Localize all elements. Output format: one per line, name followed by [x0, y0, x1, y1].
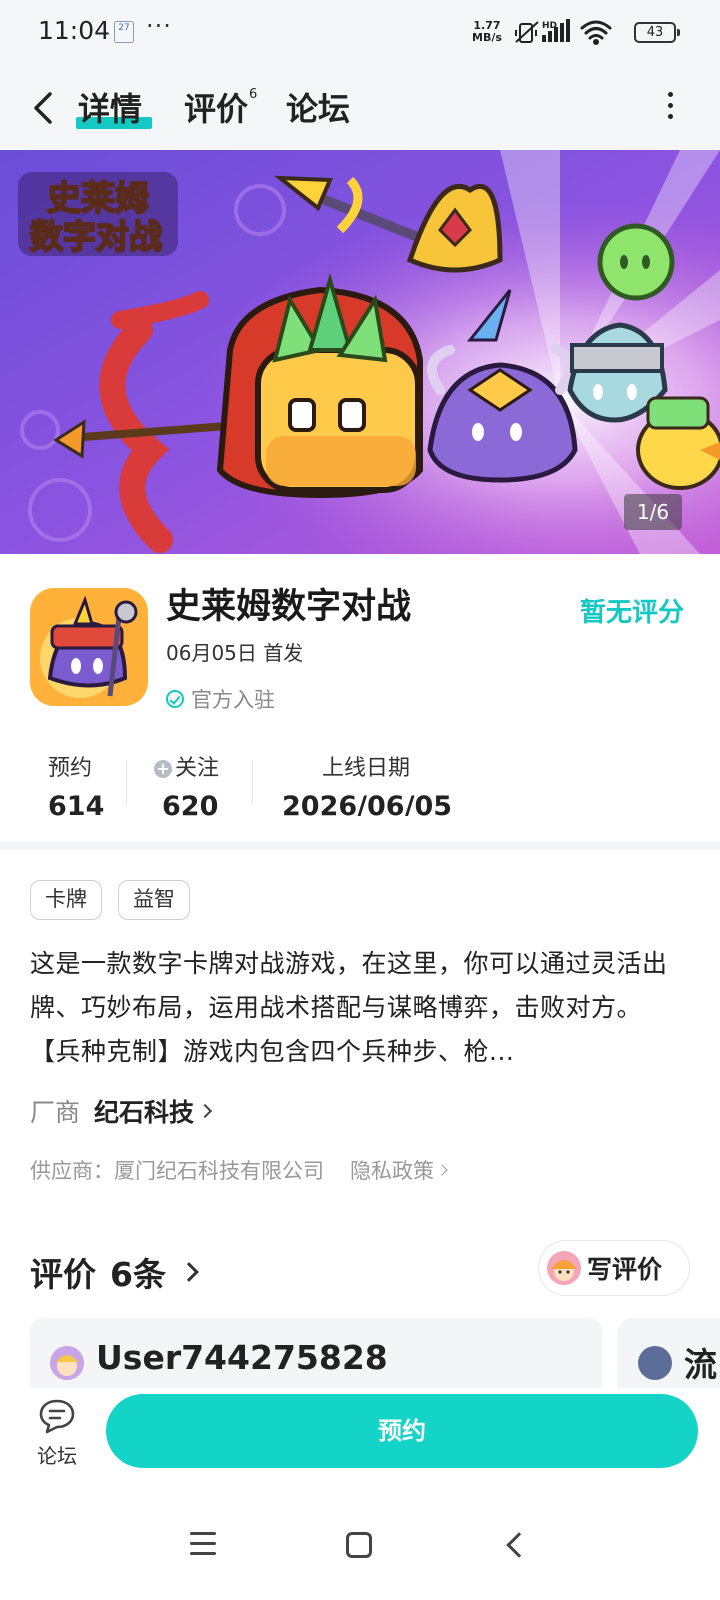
system-navigation-bar [0, 1500, 720, 1600]
banner-page-indicator: 1/6 [624, 494, 682, 530]
banner-artwork: 史莱姆 数字对战 [0, 150, 720, 554]
developer-link[interactable]: 厂商 纪石科技 [30, 1093, 213, 1129]
wifi-icon [580, 20, 612, 45]
bottom-action-bar: 论坛 预约 [0, 1388, 720, 1500]
stat-launch-label: 上线日期 [322, 756, 411, 781]
official-badge: 官方入驻 [166, 684, 275, 714]
network-speed: 1.77 MB/s [472, 19, 502, 44]
battery-icon: 43 [634, 22, 680, 43]
review-card[interactable]: 流 [618, 1318, 720, 1388]
stat-launch-value: 2026/06/05 [282, 791, 453, 816]
svg-text:数字对战: 数字对战 [30, 217, 162, 256]
game-logo: 史莱姆 数字对战 [18, 172, 178, 257]
forum-label: 论坛 [37, 1444, 77, 1468]
tab-reviews-badge: 6 [249, 87, 258, 103]
green-slime-art [597, 223, 675, 301]
chevron-right-icon [179, 1262, 199, 1282]
calendar-icon: 27 [114, 21, 134, 43]
review-username: 流 [684, 1345, 717, 1384]
stat-follow-value: 620 [162, 791, 219, 816]
stat-reservations-label: 预约 [48, 756, 93, 781]
stat-reservations-value: 614 [48, 791, 105, 816]
home-icon[interactable] [346, 1532, 372, 1558]
supplier-row: 供应商：厦门纪石科技有限公司 隐私政策 [30, 1155, 448, 1185]
write-review-button[interactable]: 写评价 [538, 1240, 690, 1296]
developer-label: 厂商 [30, 1098, 81, 1127]
release-date-note: 06月05日 首发 [166, 641, 304, 665]
system-back-icon[interactable] [506, 1532, 532, 1558]
reviews-header[interactable]: 评价 6条 [30, 1248, 199, 1296]
verified-check-icon [166, 690, 184, 708]
top-navigation: 详情 评价6 论坛 [0, 66, 720, 150]
follow-plus-icon: + [154, 760, 172, 778]
forum-button[interactable]: 论坛 [26, 1398, 88, 1478]
game-description[interactable]: 这是一款数字卡牌对战游戏，在这里，你可以通过灵活出牌、巧妙布局，运用战术搭配与谋… [30, 942, 692, 1074]
mute-icon [515, 21, 539, 43]
chevron-right-icon [197, 1103, 213, 1119]
game-title: 史莱姆数字对战 [166, 587, 412, 627]
reserve-button[interactable]: 预约 [106, 1394, 698, 1468]
supplier-text: 供应商：厦门纪石科技有限公司 [30, 1159, 324, 1183]
more-notifications-icon: ··· [146, 12, 172, 40]
rating-status: 暂无评分 [580, 598, 685, 628]
game-app-icon [30, 588, 148, 706]
status-bar: 11:04 27 ··· 1.77 MB/s HD 43 [0, 0, 720, 66]
signal-wifi-icons: HD [515, 19, 612, 45]
privacy-policy-link[interactable]: 隐私政策 [350, 1155, 448, 1185]
stat-divider [252, 760, 253, 804]
back-arrow-icon[interactable] [26, 88, 62, 128]
reviews-title: 评价 [30, 1255, 96, 1294]
avatar [638, 1346, 672, 1380]
svg-text:史莱姆: 史莱姆 [47, 179, 149, 219]
avatar [50, 1346, 84, 1380]
more-menu-icon[interactable] [662, 88, 678, 128]
status-time: 11:04 [38, 16, 111, 45]
tag-card[interactable]: 卡牌 [30, 880, 102, 920]
review-card[interactable]: User744275828 [30, 1318, 602, 1388]
tab-reviews[interactable]: 评价6 [184, 84, 257, 130]
recent-apps-icon[interactable] [190, 1532, 216, 1562]
developer-name: 纪石科技 [94, 1098, 195, 1127]
reviews-count: 6条 [110, 1255, 166, 1294]
avatar [547, 1251, 581, 1285]
stat-divider [126, 760, 127, 804]
tab-detail[interactable]: 详情 [78, 84, 142, 130]
chevron-right-icon [436, 1164, 448, 1176]
section-divider [0, 842, 720, 850]
tag-puzzle[interactable]: 益智 [118, 880, 190, 920]
chat-bubble-icon [39, 1399, 75, 1434]
main-slime-art [216, 272, 423, 499]
review-username: User744275828 [96, 1338, 388, 1377]
game-banner[interactable]: 史莱姆 数字对战 1/6 [0, 150, 720, 554]
stat-follow-label[interactable]: + 关注 [154, 750, 219, 782]
chick-art [636, 396, 720, 490]
tab-forum[interactable]: 论坛 [286, 84, 350, 130]
